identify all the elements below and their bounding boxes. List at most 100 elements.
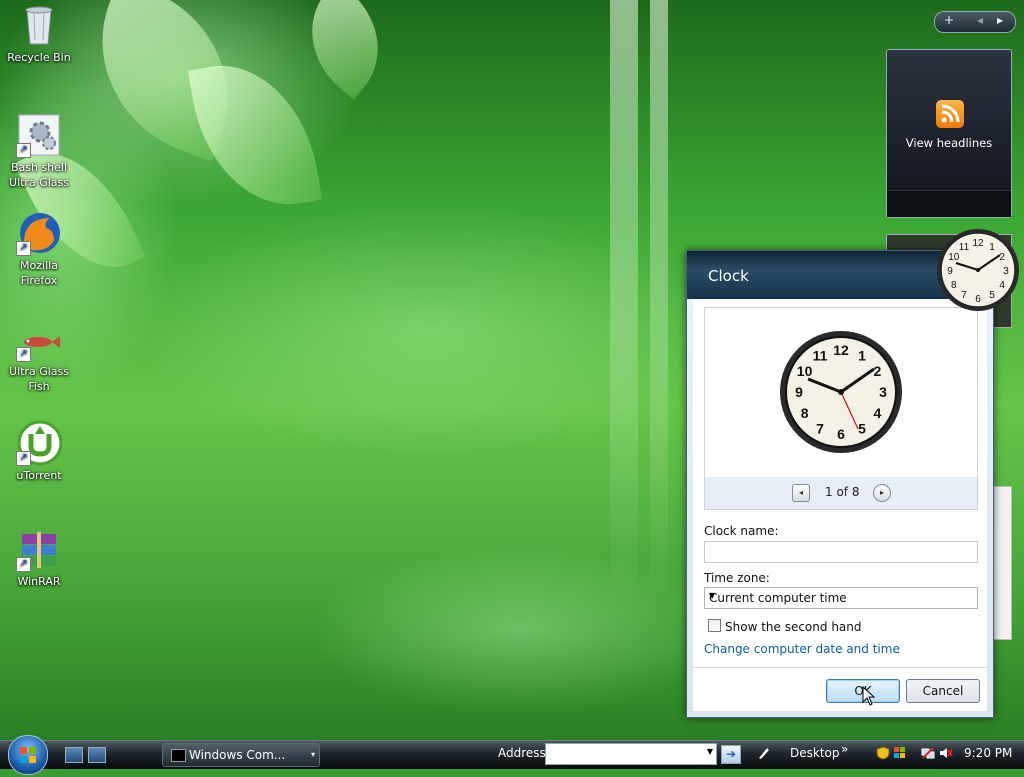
winrar-icon: ↗ xyxy=(16,526,62,572)
sidebar-gadget-edge xyxy=(992,486,1012,640)
gear-icon: ↗ xyxy=(16,112,62,158)
clock-numeral: 6 xyxy=(837,426,845,442)
change-date-time-link[interactable]: Change computer date and time xyxy=(704,642,900,656)
rss-gadget-footer xyxy=(887,190,1011,217)
address-toolbar-label: Address xyxy=(498,746,546,760)
desktop-icon-label: uTorrent xyxy=(16,469,62,482)
clock-numeral: 4 xyxy=(874,405,882,421)
desktop-toolbar-label[interactable]: Desktop xyxy=(790,746,840,760)
sidebar-prev-button[interactable]: ◂ xyxy=(977,13,983,27)
chevron-down-icon[interactable]: ▼ xyxy=(707,747,713,756)
clock-face-icon: 12 12 3 45678 9 1011 xyxy=(780,331,902,453)
clock-numeral: 4 xyxy=(999,280,1005,291)
rss-view-headlines-label: View headlines xyxy=(905,136,993,150)
clock-pager-text: 1 of 8 xyxy=(825,485,860,499)
chevron-down-icon: ▼ xyxy=(709,591,716,600)
clock-numeral: 9 xyxy=(947,266,953,277)
clock-numeral: 10 xyxy=(797,363,813,379)
windows-flag-icon[interactable] xyxy=(893,746,907,760)
clock-settings-dialog: Clock 12 1 2 3 4 5 6 7 8 9 10 11 ◂ 1 of 8 ▸ Clock n… xyxy=(686,250,994,718)
time-zone-label: Time zone: xyxy=(704,571,770,585)
clock-numeral: 3 xyxy=(1003,266,1009,277)
clock-numeral: 1 xyxy=(858,348,866,364)
clock-numeral: 8 xyxy=(951,280,957,291)
desktop-icon-label: Mozilla Firefox xyxy=(20,259,58,287)
show-second-hand-label[interactable]: Show the second hand xyxy=(725,620,862,634)
clock-numeral: 12 xyxy=(833,342,849,358)
rss-icon xyxy=(936,100,964,128)
security-shield-icon[interactable] xyxy=(876,746,890,760)
clock-numeral: 7 xyxy=(961,290,967,301)
next-clock-button[interactable]: ▸ xyxy=(873,484,891,502)
clock-name-input[interactable] xyxy=(704,541,978,563)
wallpaper-light-streak xyxy=(610,0,638,600)
taskbar: Windows Com... ▾ Address ▼ ➔ Desktop » 9… xyxy=(0,735,1024,775)
wallpaper-light-streak xyxy=(650,0,668,600)
dialog-title: Clock xyxy=(708,267,749,285)
sidebar-next-button[interactable]: ▸ xyxy=(997,13,1003,27)
desktop-icon-ultra-glass-fish[interactable]: ↗ Ultra Glass Fish xyxy=(1,316,77,394)
clock-numeral: 6 xyxy=(975,294,981,305)
toolbar-chevron-icon[interactable]: » xyxy=(841,742,848,756)
cancel-button[interactable]: Cancel xyxy=(906,679,980,703)
prev-clock-button[interactable]: ◂ xyxy=(792,484,810,502)
mouse-cursor-icon xyxy=(862,686,876,706)
address-go-button[interactable]: ➔ xyxy=(721,745,741,764)
taskbar-clock[interactable]: 9:20 PM xyxy=(964,746,1012,760)
pen-tablet-icon[interactable] xyxy=(757,746,771,760)
clock-name-label: Clock name: xyxy=(704,524,779,538)
clock-numeral: 10 xyxy=(948,252,960,263)
address-input[interactable]: ▼ xyxy=(545,743,717,765)
command-prompt-icon xyxy=(171,749,186,762)
clock-numeral: 3 xyxy=(879,384,887,400)
clock-numeral: 1 xyxy=(989,242,995,253)
desktop-icon-label: Ultra Glass Fish xyxy=(9,365,69,393)
network-icon[interactable] xyxy=(921,746,935,760)
clock-numeral: 2 xyxy=(999,252,1005,263)
show-desktop-icon[interactable] xyxy=(65,747,83,763)
clock-preview: 12 1 2 3 4 5 6 7 8 9 10 11 ◂ 1 of 8 ▸ xyxy=(704,307,978,510)
clock-numeral: 5 xyxy=(858,420,866,436)
desktop-icon-firefox[interactable]: ↗ Mozilla Firefox xyxy=(1,210,77,288)
shortcut-arrow-icon: ↗ xyxy=(16,143,31,158)
clock-numeral: 7 xyxy=(816,420,824,436)
clock-numeral: 5 xyxy=(989,290,995,301)
desktop-icon-label: WinRAR xyxy=(17,575,61,588)
chevron-down-icon: ▾ xyxy=(310,750,315,759)
taskbar-item-windows-command[interactable]: Windows Com... ▾ xyxy=(162,743,320,767)
clock-numeral: 2 xyxy=(874,363,882,379)
recycle-bin-icon xyxy=(16,2,62,48)
clock-numeral: 8 xyxy=(801,405,809,421)
desktop-icon-recycle-bin[interactable]: Recycle Bin xyxy=(1,2,77,65)
rss-feed-gadget[interactable]: View headlines xyxy=(886,49,1012,218)
desktop-icon-bash-shell[interactable]: ↗ Bash shell Ultra Glass xyxy=(1,112,77,190)
start-button[interactable] xyxy=(8,735,48,775)
shortcut-arrow-icon: ↗ xyxy=(16,241,31,256)
desktop-icon-label: Recycle Bin xyxy=(7,51,71,64)
volume-muted-icon[interactable] xyxy=(939,746,953,760)
clock-numeral: 11 xyxy=(959,242,970,253)
clock-numeral: 9 xyxy=(795,384,803,400)
fish-icon: ↗ xyxy=(16,316,62,362)
desktop-icon-utorrent[interactable]: ↗ uTorrent xyxy=(1,420,77,483)
desktop-icon-winrar[interactable]: ↗ WinRAR xyxy=(1,526,77,589)
show-second-hand-checkbox[interactable] xyxy=(708,619,721,632)
shortcut-arrow-icon: ↗ xyxy=(16,451,31,466)
windows-logo-icon xyxy=(20,747,36,763)
clock-gadget-icon[interactable]: 12 12 3 45678 9 1011 xyxy=(936,228,1020,312)
switch-windows-icon[interactable] xyxy=(88,747,106,763)
wallpaper-leaf xyxy=(284,0,406,100)
time-zone-select[interactable]: Current computer time ▼ xyxy=(704,587,978,609)
utorrent-icon: ↗ xyxy=(16,420,63,466)
shortcut-arrow-icon: ↗ xyxy=(16,557,31,572)
add-gadget-button[interactable]: + xyxy=(944,13,954,27)
sidebar-controls: + ◂ ▸ xyxy=(934,11,1016,33)
desktop-icon-label: Bash shell Ultra Glass xyxy=(9,161,69,189)
wallpaper-leaf xyxy=(187,51,323,219)
firefox-icon: ↗ xyxy=(16,210,62,256)
taskbar-item-label: Windows Com... xyxy=(189,748,286,762)
dialog-separator xyxy=(693,667,987,668)
shortcut-arrow-icon: ↗ xyxy=(16,347,31,362)
dialog-body: 12 1 2 3 4 5 6 7 8 9 10 11 ◂ 1 of 8 ▸ Clock name: T… xyxy=(693,299,987,711)
clock-numeral: 11 xyxy=(813,348,828,364)
